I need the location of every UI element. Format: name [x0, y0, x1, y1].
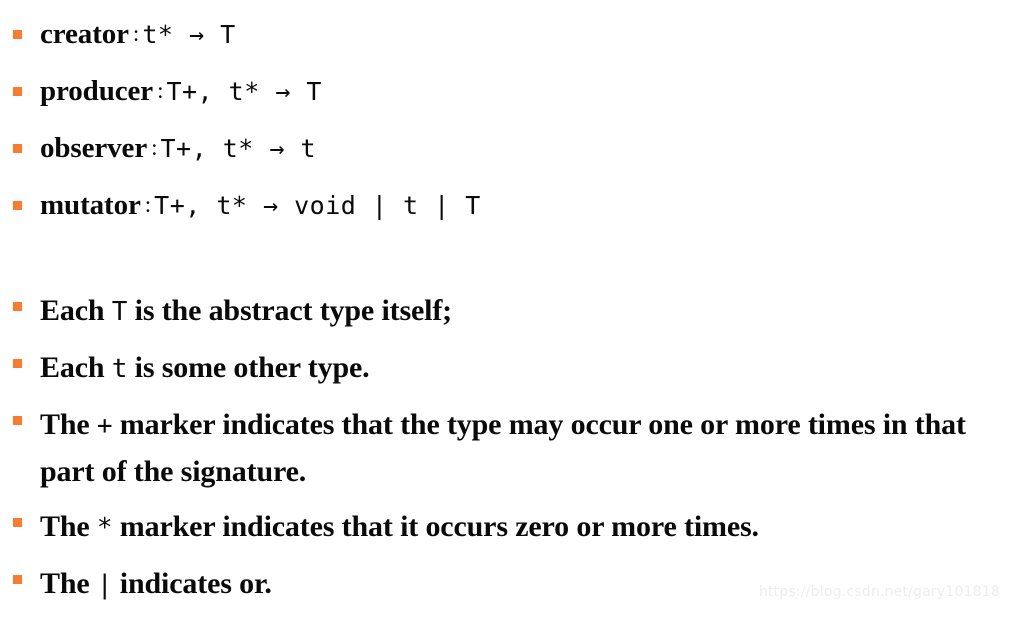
bullet-square-icon	[13, 575, 22, 584]
note-post: is the abstract type itself;	[127, 294, 453, 327]
slide-canvas: creator: t* → T producer: T+, t* → T obser…	[0, 0, 1012, 608]
signature-name: mutator	[40, 189, 141, 221]
list-item: The + marker indicates that the type may…	[0, 402, 1012, 494]
signature-type: T+, t* → t	[160, 134, 317, 163]
note-mono-token: T	[111, 297, 128, 327]
signature-name: observer	[40, 132, 148, 164]
watermark-url: https://blog.csdn.net/gary101818	[758, 584, 1000, 600]
list-item: mutator: T+, t* → void | t | T	[0, 177, 1012, 234]
signature-type: T+, t* → void | t | T	[154, 191, 481, 220]
note-mono-token: |	[96, 570, 113, 600]
note-line: The + marker indicates that the type may…	[40, 402, 985, 494]
note-line: Each T is the abstract type itself;	[40, 288, 985, 335]
signature-name: producer	[40, 75, 154, 107]
notes-bullet-list: Each T is the abstract type itself; Each…	[0, 288, 1012, 618]
signature-name: creator	[40, 18, 129, 50]
list-item: Each T is the abstract type itself;	[0, 288, 1012, 335]
signature-separator: :	[132, 21, 140, 46]
note-mono-token: +	[96, 411, 113, 441]
signature-separator: :	[151, 135, 158, 160]
note-line: Each t is some other type.	[40, 345, 985, 392]
bullet-square-icon	[13, 518, 22, 527]
list-item: observer: T+, t* → t	[0, 120, 1012, 177]
list-item: The * marker indicates that it occurs ze…	[0, 504, 1012, 551]
signature-bullet-list: creator: t* → T producer: T+, t* → T obser…	[0, 6, 1012, 234]
bullet-square-icon	[13, 30, 22, 39]
bullet-square-icon	[13, 144, 22, 153]
note-mono-token: t	[111, 354, 128, 384]
bullet-square-icon	[13, 87, 22, 96]
bullet-square-icon	[13, 201, 22, 210]
note-post: indicates or.	[112, 567, 272, 600]
signature-type: t* → T	[142, 20, 236, 49]
note-mono-token: *	[96, 513, 113, 543]
note-pre: Each	[40, 351, 112, 384]
note-post: is some other type.	[127, 351, 370, 384]
list-item: producer: T+, t* → T	[0, 63, 1012, 120]
note-pre: Each	[40, 294, 112, 327]
note-pre: The	[40, 510, 97, 543]
note-pre: The	[40, 408, 97, 441]
note-pre: The	[40, 567, 97, 600]
bullet-square-icon	[13, 359, 22, 368]
note-post: marker indicates that the type may occur…	[40, 408, 966, 488]
signature-separator: :	[144, 192, 152, 217]
signature-separator: :	[157, 78, 164, 103]
note-post: marker indicates that it occurs zero or …	[112, 510, 759, 543]
signature-type: T+, t* → T	[166, 77, 322, 106]
list-item: creator: t* → T	[0, 6, 1012, 63]
note-line: The * marker indicates that it occurs ze…	[40, 504, 985, 551]
bullet-square-icon	[13, 416, 22, 425]
list-item: Each t is some other type.	[0, 345, 1012, 392]
bullet-square-icon	[13, 302, 22, 311]
